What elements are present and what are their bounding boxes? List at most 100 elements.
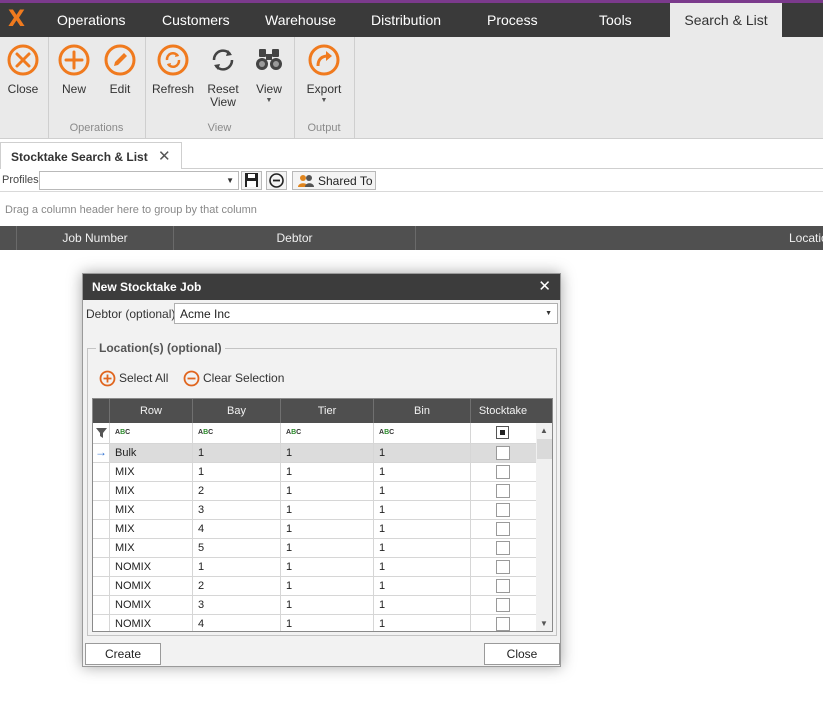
stocktake-checkbox[interactable] xyxy=(496,522,510,536)
export-button[interactable]: Export ▼ xyxy=(304,43,344,104)
menu-operations[interactable]: Operations xyxy=(57,3,125,37)
profiles-combo[interactable]: ▼ xyxy=(39,171,239,190)
scroll-up-icon[interactable]: ▲ xyxy=(540,426,548,435)
scroll-down-icon[interactable]: ▼ xyxy=(540,619,548,628)
cell-bin[interactable]: 1 xyxy=(373,463,470,482)
stocktake-checkbox[interactable] xyxy=(496,598,510,612)
cell-bay[interactable]: 3 xyxy=(192,596,280,615)
cell-bin[interactable]: 1 xyxy=(373,520,470,539)
vertical-scrollbar[interactable]: ▲ ▼ xyxy=(536,423,552,631)
stocktake-checkbox[interactable] xyxy=(496,579,510,593)
cell-tier[interactable]: 1 xyxy=(280,463,373,482)
cell-tier[interactable]: 1 xyxy=(280,482,373,501)
cell-bin[interactable]: 1 xyxy=(373,501,470,520)
column-header-location[interactable]: Location xyxy=(415,226,823,250)
cell-row[interactable]: NOMIX xyxy=(109,577,192,596)
column-header-debtor[interactable]: Debtor xyxy=(173,226,415,250)
cell-tier[interactable]: 1 xyxy=(280,577,373,596)
view-button[interactable]: View ▼ xyxy=(250,43,288,104)
debtor-value[interactable]: Acme Inc xyxy=(180,307,230,321)
cell-bay[interactable]: 5 xyxy=(192,539,280,558)
tab-stocktake-search-list[interactable]: Stocktake Search & List ✕ xyxy=(0,142,182,170)
cell-bin[interactable]: 1 xyxy=(373,558,470,577)
cell-bin[interactable]: 1 xyxy=(373,539,470,558)
cell-bin[interactable]: 1 xyxy=(373,615,470,631)
menu-search-and-list[interactable]: Search & List xyxy=(670,3,782,37)
remove-profile-button[interactable] xyxy=(266,171,287,190)
create-button[interactable]: Create xyxy=(85,643,161,665)
menu-distribution[interactable]: Distribution xyxy=(371,3,441,37)
table-row[interactable]: MIX 5 1 1 xyxy=(93,539,536,558)
cell-tier[interactable]: 1 xyxy=(280,558,373,577)
filter-cell-stocktake[interactable] xyxy=(470,423,536,444)
cell-bay[interactable]: 4 xyxy=(192,520,280,539)
save-profile-button[interactable] xyxy=(241,171,262,190)
column-header-bay[interactable]: Bay xyxy=(192,399,280,423)
scrollbar-thumb[interactable] xyxy=(537,439,552,459)
cell-row[interactable]: MIX xyxy=(109,501,192,520)
table-row[interactable]: NOMIX 4 1 1 xyxy=(93,615,536,631)
column-header-job-number[interactable]: Job Number xyxy=(16,226,173,250)
filter-icon[interactable] xyxy=(96,428,107,438)
new-button[interactable]: New xyxy=(55,43,93,96)
cell-bay[interactable]: 4 xyxy=(192,615,280,631)
edit-button[interactable]: Edit xyxy=(101,43,139,96)
cell-tier[interactable]: 1 xyxy=(280,615,373,631)
table-row[interactable]: MIX 2 1 1 xyxy=(93,482,536,501)
stocktake-checkbox[interactable] xyxy=(496,465,510,479)
cell-tier[interactable]: 1 xyxy=(280,501,373,520)
column-header-tier[interactable]: Tier xyxy=(280,399,373,423)
dialog-close-icon[interactable]: ✕ xyxy=(538,277,551,295)
reset-view-button[interactable]: Reset View xyxy=(202,43,244,109)
cell-tier[interactable]: 1 xyxy=(280,596,373,615)
close-button[interactable]: Close xyxy=(4,43,42,96)
table-row[interactable]: NOMIX 3 1 1 xyxy=(93,596,536,615)
cell-row[interactable]: NOMIX xyxy=(109,596,192,615)
cell-bay[interactable]: 3 xyxy=(192,501,280,520)
cell-bay[interactable]: 2 xyxy=(192,482,280,501)
cell-row[interactable]: MIX xyxy=(109,520,192,539)
chevron-down-icon[interactable]: ▼ xyxy=(226,176,234,185)
menu-process[interactable]: Process xyxy=(487,3,538,37)
group-by-panel[interactable]: Drag a column header here to group by th… xyxy=(0,193,823,226)
column-header-row[interactable]: Row xyxy=(109,399,192,423)
app-logo-icon[interactable]: X xyxy=(8,8,30,32)
filter-cell-row[interactable]: ABC xyxy=(109,423,192,444)
filter-cell-bay[interactable]: ABC xyxy=(192,423,280,444)
cell-tier[interactable]: 1 xyxy=(280,444,373,463)
menu-customers[interactable]: Customers xyxy=(162,3,230,37)
table-row[interactable]: MIX 4 1 1 xyxy=(93,520,536,539)
filter-cell-tier[interactable]: ABC xyxy=(280,423,373,444)
menu-warehouse[interactable]: Warehouse xyxy=(265,3,336,37)
cell-row[interactable]: Bulk xyxy=(109,444,192,463)
table-row[interactable]: MIX 1 1 1 xyxy=(93,463,536,482)
dialog-close-button[interactable]: Close xyxy=(484,643,560,665)
shared-to-button[interactable]: Shared To xyxy=(292,171,376,190)
column-header-bin[interactable]: Bin xyxy=(373,399,470,423)
table-row[interactable]: → Bulk 1 1 1 xyxy=(93,444,536,463)
cell-row[interactable]: NOMIX xyxy=(109,558,192,577)
cell-row[interactable]: MIX xyxy=(109,482,192,501)
chevron-down-icon[interactable]: ▼ xyxy=(545,310,552,317)
cell-row[interactable]: NOMIX xyxy=(109,615,192,631)
cell-row[interactable]: MIX xyxy=(109,463,192,482)
stocktake-checkbox[interactable] xyxy=(496,617,510,631)
cell-bay[interactable]: 2 xyxy=(192,577,280,596)
cell-tier[interactable]: 1 xyxy=(280,520,373,539)
stocktake-checkbox[interactable] xyxy=(496,503,510,517)
filter-checkbox[interactable] xyxy=(496,426,509,439)
cell-bay[interactable]: 1 xyxy=(192,463,280,482)
stocktake-checkbox[interactable] xyxy=(496,446,510,460)
tab-close-icon[interactable]: ✕ xyxy=(158,147,171,165)
menu-tools[interactable]: Tools xyxy=(599,3,632,37)
filter-cell-bin[interactable]: ABC xyxy=(373,423,470,444)
refresh-button[interactable]: Refresh xyxy=(152,43,194,96)
cell-bin[interactable]: 1 xyxy=(373,577,470,596)
cell-row[interactable]: MIX xyxy=(109,539,192,558)
stocktake-checkbox[interactable] xyxy=(496,541,510,555)
table-row[interactable]: MIX 3 1 1 xyxy=(93,501,536,520)
cell-bin[interactable]: 1 xyxy=(373,596,470,615)
debtor-combo[interactable]: Acme Inc ▼ xyxy=(174,303,558,324)
table-row[interactable]: NOMIX 1 1 1 xyxy=(93,558,536,577)
stocktake-checkbox[interactable] xyxy=(496,560,510,574)
